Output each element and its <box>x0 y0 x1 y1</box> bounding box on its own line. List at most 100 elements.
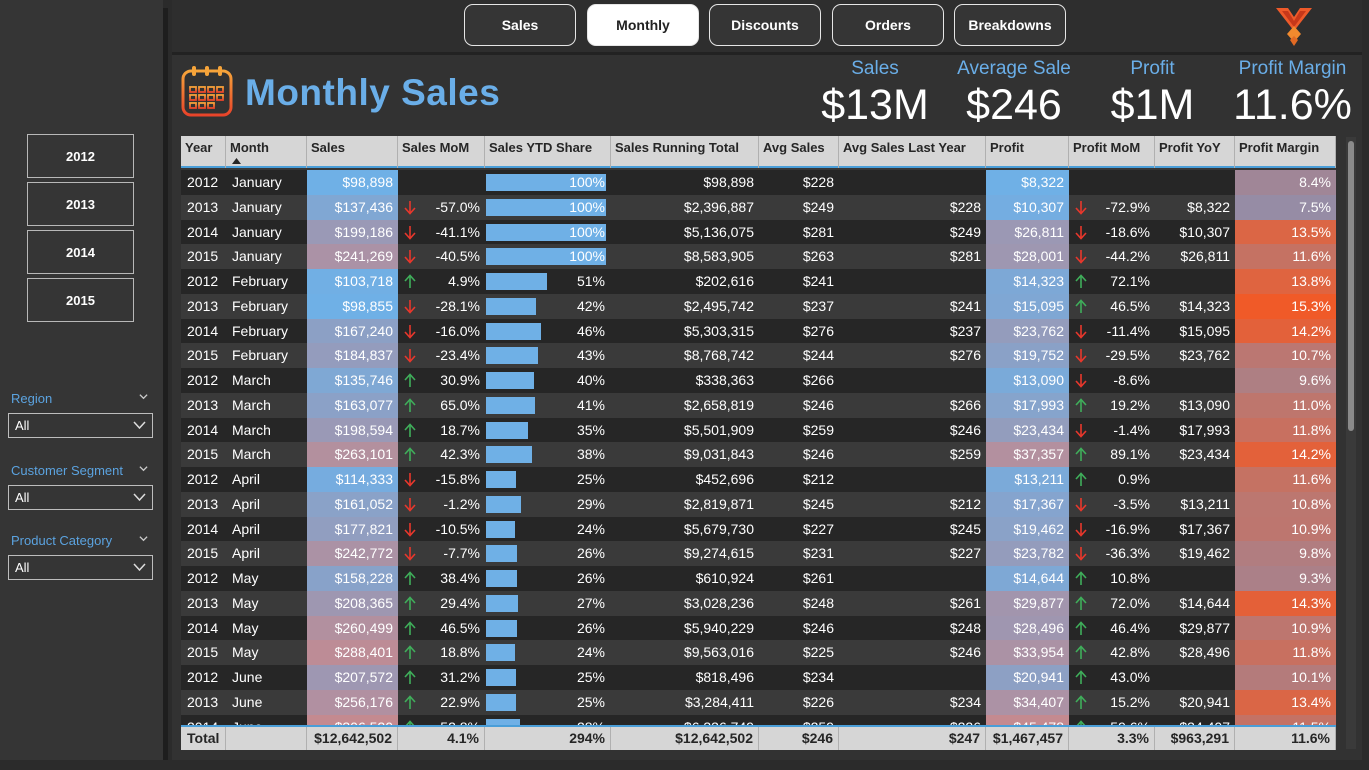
monthly-sales-table[interactable]: Year Month Sales Sales MoM Sales YTD Share Sa… <box>181 136 1336 750</box>
ytd-share-value: 100% <box>569 198 605 215</box>
table-row[interactable]: 2012 April $114,333 -15.8% 25% $452,696 $212 $1… <box>181 467 1336 492</box>
column-header-month[interactable]: Month <box>226 136 307 168</box>
cell-sales-ytd-share: 100% <box>485 220 611 245</box>
cell-avg-sales: $234 <box>802 669 834 685</box>
table-row[interactable]: 2012 February $103,718 4.9% 51% $202,616 $241 $… <box>181 269 1336 294</box>
arrow-up-icon <box>404 274 416 288</box>
change-value: -72.9% <box>1105 198 1150 215</box>
cell-sales-ytd-share: 40% <box>485 368 611 393</box>
arrow-up-icon <box>404 398 416 412</box>
cell-profit-mom: 89.1% <box>1069 442 1155 467</box>
cell-profit-mom: 10.8% <box>1069 566 1155 591</box>
table-header: Year Month Sales Sales MoM Sales YTD Share Sa… <box>181 136 1336 168</box>
tab-discounts[interactable]: Discounts <box>709 4 821 46</box>
column-header-sales[interactable]: Sales <box>307 136 398 168</box>
table-row[interactable]: 2012 June $207,572 31.2% 25% $818,496 $234 $20,… <box>181 665 1336 690</box>
change-value: -1.2% <box>443 495 480 512</box>
table-row[interactable]: 2013 April $161,052 -1.2% 29% $2,819,871 $245 $… <box>181 491 1336 517</box>
cell-profit-mom: -3.5% <box>1069 492 1155 517</box>
cell-profit-margin: 7.5% <box>1235 194 1336 220</box>
cell-avg-sales-last-year <box>839 170 986 195</box>
cell-profit-mom: -11.4% <box>1069 319 1155 344</box>
table-scrollbar[interactable] <box>1346 137 1356 749</box>
tab-monthly[interactable]: Monthly <box>587 4 699 46</box>
cell-profit-mom: -72.9% <box>1069 195 1155 220</box>
kpi-profit-margin-value: 11.6% <box>1233 81 1352 129</box>
tab-breakdowns[interactable]: Breakdowns <box>954 4 1066 46</box>
year-button-2013[interactable]: 2013 <box>27 182 134 226</box>
table-row[interactable]: 2014 April $177,821 -10.5% 24% $5,679,730 $227… <box>181 516 1336 542</box>
arrow-down-icon <box>1075 522 1087 537</box>
page-title: Monthly Sales <box>245 72 501 113</box>
cell-year: 2012 <box>187 273 219 289</box>
customer-segment-dropdown[interactable]: All <box>8 485 153 510</box>
table-row[interactable]: 2015 May $288,401 18.8% 24% $9,563,016 $225 $24… <box>181 640 1336 665</box>
kpi-average-sale: Average Sale $246 <box>948 58 1080 130</box>
tab-sales[interactable]: Sales <box>464 4 576 46</box>
cell-year: 2013 <box>187 693 219 710</box>
column-header-sales-ytd-share[interactable]: Sales YTD Share <box>485 136 611 168</box>
arrow-down-icon <box>1075 324 1087 339</box>
table-row[interactable]: 2013 May $208,365 29.4% 27% $3,028,236 $248 $26… <box>181 590 1336 616</box>
product-category-dropdown[interactable]: All <box>8 555 153 580</box>
table-row[interactable]: 2015 April $242,772 -7.7% 26% $9,274,615 $231 $… <box>181 541 1336 566</box>
table-row[interactable]: 2012 March $135,746 30.9% 40% $338,363 $266 $13… <box>181 368 1336 393</box>
table-row[interactable]: 2015 February $184,837 -23.4% 43% $8,768,742 $… <box>181 343 1336 368</box>
column-header-profit-mom[interactable]: Profit MoM <box>1069 136 1155 168</box>
table-row[interactable]: 2012 January $98,898 100% $98,898 $228 $8,322 8… <box>181 170 1336 195</box>
table-row[interactable]: 2014 January $199,186 -41.1% 100% $5,136,075 $… <box>181 219 1336 245</box>
table-row[interactable]: 2014 February $167,240 -16.0% 46% $5,303,315 $… <box>181 318 1336 344</box>
table-row[interactable]: 2015 March $263,101 42.3% 38% $9,031,843 $246 $… <box>181 442 1336 467</box>
region-dropdown[interactable]: All <box>8 413 153 438</box>
cell-profit-margin: 14.2% <box>1235 442 1336 467</box>
column-header-avg-sales-last-year[interactable]: Avg Sales Last Year <box>839 136 986 168</box>
cell-month: June <box>232 669 263 685</box>
column-header-profit[interactable]: Profit <box>986 136 1069 168</box>
table-row[interactable]: 2014 March $198,594 18.7% 35% $5,501,909 $259 $… <box>181 417 1336 443</box>
cell-profit-margin: 10.9% <box>1235 516 1336 542</box>
column-header-sales-mom[interactable]: Sales MoM <box>398 136 485 168</box>
cell-avg-sales-last-year: $241 <box>949 297 981 314</box>
year-button-2015[interactable]: 2015 <box>27 278 134 322</box>
cell-avg-sales: $281 <box>802 223 834 240</box>
column-header-avg-sales[interactable]: Avg Sales <box>759 136 839 168</box>
table-total-row: Total $12,642,502 4.1% 294% $12,642,502 $246 $… <box>181 725 1336 750</box>
column-header-profit-margin[interactable]: Profit Margin <box>1235 136 1336 168</box>
table-row[interactable]: 2014 May $260,499 46.5% 26% $5,940,229 $246 $24… <box>181 615 1336 641</box>
cell-avg-sales: $227 <box>802 520 834 537</box>
table-row[interactable]: 2013 March $163,077 65.0% 41% $2,658,819 $246 $… <box>181 392 1336 418</box>
arrow-down-icon <box>1075 250 1087 264</box>
change-value: 46.5% <box>1110 297 1150 314</box>
cell-profit-yoy <box>1155 170 1235 195</box>
cell-profit-yoy: $29,877 <box>1179 619 1230 636</box>
cell-profit-yoy <box>1155 368 1235 393</box>
table-row[interactable]: 2015 January $241,269 -40.5% 100% $8,583,905 $… <box>181 244 1336 269</box>
table-row[interactable]: 2013 January $137,436 -57.0% 100% $2,396,887 $… <box>181 194 1336 220</box>
cell-avg-sales: $212 <box>802 471 834 487</box>
ytd-share-bar <box>486 446 532 464</box>
ytd-share-bar <box>486 669 516 686</box>
cell-profit-mom: -1.4% <box>1069 418 1155 443</box>
year-button-2012[interactable]: 2012 <box>27 134 134 178</box>
cell-avg-sales-last-year <box>839 566 986 591</box>
cell-sales-ytd-share: 46% <box>485 319 611 344</box>
column-header-profit-yoy[interactable]: Profit YoY <box>1155 136 1235 168</box>
table-row[interactable]: 2013 February $98,855 -28.1% 42% $2,495,742 $2… <box>181 293 1336 319</box>
cell-month: April <box>232 471 261 487</box>
table-row[interactable]: 2012 May $158,228 38.4% 26% $610,924 $261 $14,6… <box>181 566 1336 591</box>
change-value: -29.5% <box>1105 347 1150 364</box>
chevron-down-icon[interactable] <box>139 392 148 401</box>
column-header-year[interactable]: Year <box>181 136 226 168</box>
column-header-sales-running-total[interactable]: Sales Running Total <box>611 136 759 168</box>
change-value: -16.0% <box>435 322 480 339</box>
cell-profit-mom: -16.9% <box>1069 517 1155 542</box>
cell-year: 2014 <box>187 520 219 537</box>
cell-avg-sales: $241 <box>802 273 834 289</box>
chevron-down-icon[interactable] <box>139 534 148 543</box>
tab-orders[interactable]: Orders <box>832 4 944 46</box>
table-row[interactable]: 2013 June $256,176 22.9% 25% $3,284,411 $226 $2… <box>181 689 1336 715</box>
year-button-2014[interactable]: 2014 <box>27 230 134 274</box>
cell-year: 2015 <box>187 248 219 265</box>
chevron-down-icon[interactable] <box>139 464 148 473</box>
scrollbar-thumb[interactable] <box>1348 141 1354 431</box>
